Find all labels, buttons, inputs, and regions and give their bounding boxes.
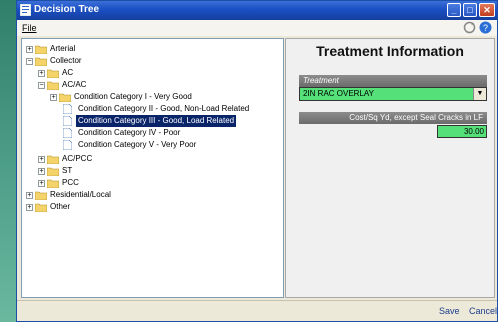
tree-node-residential-local[interactable]: + Residential/Local xyxy=(22,189,277,201)
treatment-label: Treatment xyxy=(299,75,487,87)
refresh-icon[interactable] xyxy=(463,21,476,34)
tree-label: Collector xyxy=(50,56,82,65)
document-icon xyxy=(63,128,72,138)
treatment-info-panel: Treatment Information Treatment 2IN RAC … xyxy=(285,38,495,298)
tree-node-st[interactable]: + ST xyxy=(22,165,277,177)
menu-file-label: File xyxy=(22,23,37,33)
tree-node-condition-category-1[interactable]: + Condition Category I - Very Good xyxy=(22,91,277,103)
folder-icon xyxy=(59,93,71,102)
tree-node-condition-category-4[interactable]: Condition Category IV - Poor xyxy=(22,127,277,139)
tree-node-pcc[interactable]: + PCC xyxy=(22,177,277,189)
svg-text:?: ? xyxy=(483,23,488,33)
expand-icon[interactable]: + xyxy=(38,180,45,187)
folder-icon xyxy=(35,191,47,200)
treatment-value: 2IN RAC OVERLAY xyxy=(303,89,374,98)
tree-label: AC/PCC xyxy=(62,154,93,163)
cancel-button[interactable]: Cancel xyxy=(469,306,497,316)
window-title: Decision Tree xyxy=(34,4,100,15)
folder-icon xyxy=(47,167,59,176)
desktop-background xyxy=(0,0,16,322)
tree-label: Residential/Local xyxy=(50,190,111,199)
tree-label: AC/AC xyxy=(62,80,87,89)
tree-label: PCC xyxy=(62,178,79,187)
document-icon xyxy=(63,116,72,126)
cost-label: Cost/Sq Yd, except Seal Cracks in LF xyxy=(299,112,487,124)
expand-icon[interactable]: + xyxy=(38,156,45,163)
tree-label-selected: Condition Category III - Good, Load Rela… xyxy=(76,115,237,127)
document-icon xyxy=(63,140,72,150)
expand-icon[interactable]: + xyxy=(50,94,57,101)
tree-label: Other xyxy=(50,202,71,211)
folder-icon xyxy=(47,69,59,78)
decision-tree-window: Decision Tree _ □ ✕ File ? + Arterial − … xyxy=(16,0,498,322)
tree-label: AC xyxy=(62,68,74,77)
folder-icon xyxy=(47,81,59,90)
menu-file[interactable]: File xyxy=(22,23,37,33)
tree-node-ac-pcc[interactable]: + AC/PCC xyxy=(22,153,277,165)
save-button[interactable]: Save xyxy=(439,306,460,316)
treatment-select[interactable]: 2IN RAC OVERLAY ▼ xyxy=(299,87,487,101)
folder-icon xyxy=(47,179,59,188)
folder-icon xyxy=(35,45,47,54)
expand-icon[interactable]: + xyxy=(38,70,45,77)
tree-label: Condition Category II - Good, Non-Load R… xyxy=(78,104,250,113)
tree-node-other[interactable]: + Other xyxy=(22,201,277,213)
panel-heading: Treatment Information xyxy=(316,43,464,59)
expand-icon[interactable]: + xyxy=(26,46,33,53)
document-icon xyxy=(63,104,72,114)
footer-divider xyxy=(17,300,497,301)
cost-input[interactable]: 30.00 xyxy=(437,125,487,138)
tree-label: ST xyxy=(62,166,73,175)
minimize-button[interactable]: _ xyxy=(447,3,461,17)
tree-label: Condition Category IV - Poor xyxy=(78,128,181,137)
folder-icon xyxy=(35,203,47,212)
tree-node-collector[interactable]: − Collector xyxy=(22,55,277,67)
tree-node-ac-ac[interactable]: − AC/AC xyxy=(22,79,277,91)
help-icon[interactable]: ? xyxy=(479,21,492,34)
tree-node-ac[interactable]: + AC xyxy=(22,67,277,79)
chevron-down-icon[interactable]: ▼ xyxy=(473,88,486,100)
folder-icon xyxy=(35,57,47,66)
collapse-icon[interactable]: − xyxy=(38,82,45,89)
title-bar[interactable]: Decision Tree _ □ ✕ xyxy=(17,1,497,20)
close-button[interactable]: ✕ xyxy=(479,3,495,17)
folder-icon xyxy=(47,155,59,164)
tree-node-condition-category-2[interactable]: Condition Category II - Good, Non-Load R… xyxy=(22,103,277,115)
expand-icon[interactable]: + xyxy=(38,168,45,175)
tree-label: Arterial xyxy=(50,44,76,53)
maximize-button[interactable]: □ xyxy=(463,3,477,17)
tree-label: Condition Category I - Very Good xyxy=(74,92,192,101)
expand-icon[interactable]: + xyxy=(26,204,33,211)
collapse-icon[interactable]: − xyxy=(26,58,33,65)
tree-label: Condition Category V - Very Poor xyxy=(78,140,197,149)
expand-icon[interactable]: + xyxy=(26,192,33,199)
tree-node-arterial[interactable]: + Arterial xyxy=(22,43,277,55)
tree-view[interactable]: + Arterial − Collector + AC − AC/AC + Co… xyxy=(21,38,284,298)
app-icon xyxy=(20,4,31,16)
tree-node-condition-category-5[interactable]: Condition Category V - Very Poor xyxy=(22,139,277,151)
tree-node-condition-category-3[interactable]: Condition Category III - Good, Load Rela… xyxy=(22,115,277,127)
menu-bar: File ? xyxy=(17,20,497,36)
